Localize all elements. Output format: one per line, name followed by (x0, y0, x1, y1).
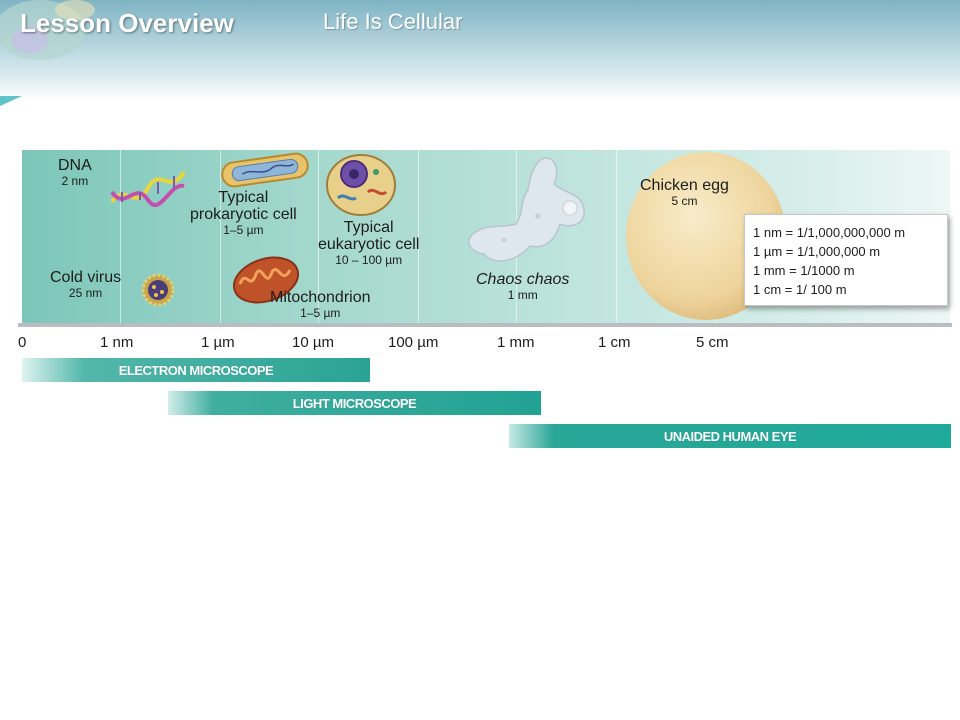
unit-conversion-box: 1 nm = 1/1,000,000,000 m 1 µm = 1/1,000,… (744, 214, 948, 306)
eukaryotic-cell-name-line1: Typical (343, 219, 394, 236)
dna-helix-icon (110, 170, 186, 207)
scale-tick: 1 µm (201, 334, 235, 351)
prokaryotic-cell-name-line2: prokaryotic cell (190, 205, 297, 223)
electron-microscope-range: ELECTRON MICROSCOPE (22, 358, 370, 382)
scale-axis (18, 323, 952, 327)
prokaryotic-cell-size: 1–5 µm (223, 222, 264, 237)
unaided-human-eye-range: UNAIDED HUMAN EYE (509, 424, 951, 448)
lesson-title: Lesson Overview (20, 8, 234, 38)
chicken-egg-size: 5 cm (671, 193, 698, 208)
scale-tick: 5 cm (696, 334, 729, 351)
unit-cm: 1 cm = 1/ 100 m (753, 282, 847, 297)
mitochondrion-name: Mitochondrion (270, 289, 371, 306)
eukaryotic-cell-label: Typical eukaryotic cell 10 – 100 µm (318, 219, 420, 267)
prokaryotic-cell-name-line1: Typical (218, 189, 269, 206)
chicken-egg-label: Chicken egg 5 cm (640, 177, 729, 208)
cold-virus-icon (141, 273, 175, 307)
mitochondrion-size: 1–5 µm (300, 305, 341, 320)
eukaryotic-cell-icon (326, 154, 396, 216)
scale-tick: 100 µm (388, 334, 439, 351)
unit-um: 1 µm = 1/1,000,000 m (753, 244, 881, 259)
scale-tick: 1 nm (100, 334, 134, 351)
chicken-egg-name: Chicken egg (640, 177, 729, 194)
cold-virus-label: Cold virus 25 nm (50, 269, 122, 300)
eukaryotic-cell-size: 10 – 100 µm (335, 252, 403, 267)
chaos-chaos-label: Chaos chaos 1 mm (476, 271, 570, 302)
dna-size: 2 nm (61, 173, 89, 188)
mitochondrion-label: Mitochondrion 1–5 µm (270, 289, 371, 320)
slide-header: Lesson Overview Life Is Cellular (0, 0, 960, 100)
scale-tick: 1 cm (598, 334, 631, 351)
chaos-chaos-size: 1 mm (507, 287, 538, 302)
scale-tick: 10 µm (292, 334, 334, 351)
unit-mm: 1 mm = 1/1000 m (753, 263, 855, 278)
cold-virus-name: Cold virus (50, 269, 122, 286)
dna-label: DNA 2 nm (58, 157, 92, 188)
size-scale-figure: DNA 2 nm Cold virus 25 nm Typical prokar… (18, 130, 952, 450)
chaos-chaos-name: Chaos chaos (476, 271, 570, 288)
eukaryotic-cell-name-line2: eukaryotic cell (318, 235, 420, 253)
band-divider (616, 150, 617, 326)
light-microscope-range: LIGHT MICROSCOPE (168, 391, 541, 415)
chaos-chaos-amoeba-icon (468, 157, 585, 262)
cold-virus-size: 25 nm (68, 285, 103, 300)
prokaryotic-cell-icon (221, 152, 309, 188)
slide-subtitle: Life Is Cellular (323, 9, 463, 34)
dna-name: DNA (58, 157, 92, 174)
scale-tick: 0 (18, 334, 27, 351)
corner-accent (0, 96, 22, 106)
scale-tick: 1 mm (497, 334, 535, 351)
prokaryotic-cell-label: Typical prokaryotic cell 1–5 µm (190, 189, 297, 237)
unit-nm: 1 nm = 1/1,000,000,000 m (753, 225, 906, 240)
